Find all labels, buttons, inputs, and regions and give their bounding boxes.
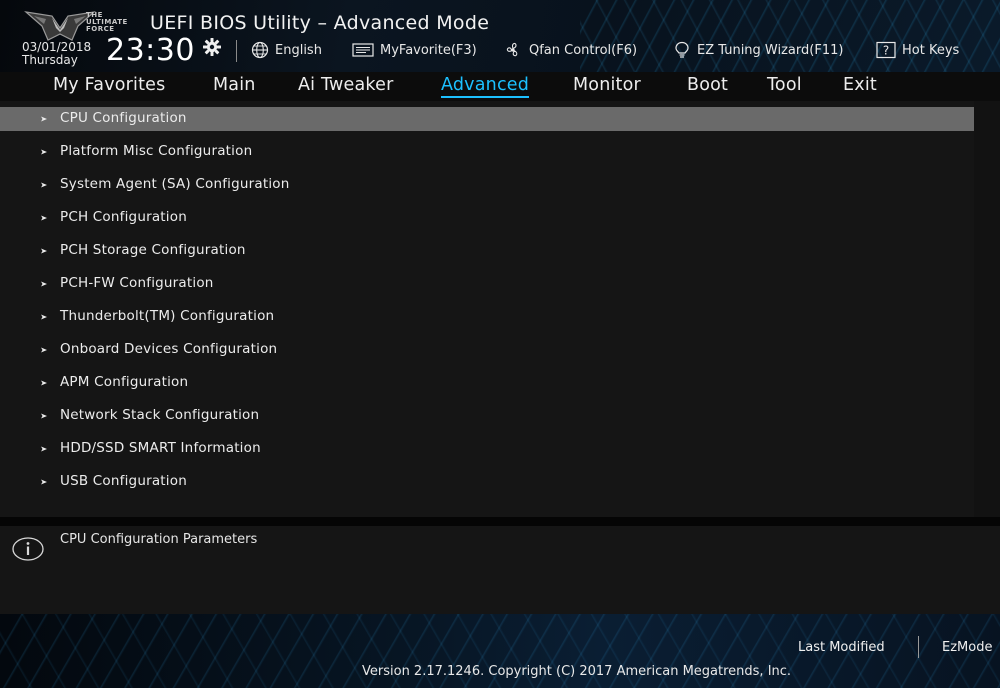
menu-item-label: HDD/SSD SMART Information: [60, 440, 261, 456]
hot-keys-button[interactable]: ? Hot Keys: [876, 40, 959, 60]
tab-my-favorites[interactable]: My Favorites: [53, 75, 165, 95]
help-panel: CPU Configuration Parameters: [0, 526, 1000, 614]
ez-tuning-wizard-label: EZ Tuning Wizard(F11): [697, 42, 844, 58]
header-separator: [236, 40, 237, 62]
menu-item-label: PCH-FW Configuration: [60, 275, 214, 291]
fan-icon: [506, 42, 518, 57]
menu-item-label: PCH Storage Configuration: [60, 242, 246, 258]
arrow-right-icon: [41, 116, 47, 122]
header-decoration: [580, 0, 1000, 72]
menu-item-label: Platform Misc Configuration: [60, 143, 253, 159]
footer-bar: Last Modified EzMode Version 2.17.1246. …: [0, 614, 1000, 688]
ez-mode-button[interactable]: EzMode: [942, 640, 992, 655]
menu-item-label: PCH Configuration: [60, 209, 187, 225]
menu-item-label: System Agent (SA) Configuration: [60, 176, 290, 192]
date-display: 03/01/2018 Thursday: [22, 41, 91, 67]
language-label: English: [275, 42, 322, 58]
window-title: UEFI BIOS Utility – Advanced Mode: [150, 12, 490, 34]
clock-time: 23:30: [106, 33, 195, 68]
menu-item-onboard-devices-configuration[interactable]: Onboard Devices Configuration: [0, 338, 974, 362]
lightbulb-icon: [675, 41, 689, 58]
day-text: Thursday: [22, 53, 78, 67]
menu-item-hdd-ssd-smart-information[interactable]: HDD/SSD SMART Information: [0, 437, 974, 461]
menu-item-usb-configuration[interactable]: USB Configuration: [0, 470, 974, 494]
tab-main[interactable]: Main: [213, 75, 256, 95]
arrow-right-icon: [41, 446, 47, 452]
tab-exit[interactable]: Exit: [843, 75, 877, 95]
arrow-right-icon: [41, 281, 47, 287]
tab-ai-tweaker[interactable]: Ai Tweaker: [298, 75, 393, 95]
last-modified-button[interactable]: Last Modified: [798, 640, 885, 655]
menu-item-label: Thunderbolt(TM) Configuration: [60, 308, 275, 324]
tab-boot[interactable]: Boot: [687, 75, 728, 95]
my-favorite-button[interactable]: MyFavorite(F3): [352, 40, 477, 60]
panel-divider: [0, 517, 1000, 526]
qfan-control-button[interactable]: Qfan Control(F6): [503, 40, 637, 60]
menu-item-network-stack-configuration[interactable]: Network Stack Configuration: [0, 404, 974, 428]
arrow-right-icon: [41, 380, 47, 386]
menu-item-label: APM Configuration: [60, 374, 189, 390]
menu-item-pch-fw-configuration[interactable]: PCH-FW Configuration: [0, 272, 974, 296]
arrow-right-icon: [41, 182, 47, 188]
arrow-right-icon: [41, 248, 47, 254]
header-bar: THE ULTIMATE FORCE UEFI BIOS Utility – A…: [0, 0, 1000, 72]
qfan-control-label: Qfan Control(F6): [529, 42, 638, 58]
main-tab-bar: My Favorites Main Ai Tweaker Advanced Mo…: [0, 72, 1000, 101]
version-copyright-text: Version 2.17.1246. Copyright (C) 2017 Am…: [362, 664, 792, 679]
arrow-right-icon: [41, 347, 47, 353]
arrow-right-icon: [41, 413, 47, 419]
footer-separator: [918, 636, 919, 658]
menu-item-pch-configuration[interactable]: PCH Configuration: [0, 206, 974, 230]
arrow-right-icon: [41, 215, 47, 221]
menu-item-label: Onboard Devices Configuration: [60, 341, 278, 357]
menu-item-apm-configuration[interactable]: APM Configuration: [0, 371, 974, 395]
ez-tuning-wizard-button[interactable]: EZ Tuning Wizard(F11): [673, 40, 843, 60]
advanced-menu-panel: CPU Configuration Platform Misc Configur…: [0, 101, 1000, 517]
help-description: CPU Configuration Parameters: [60, 532, 258, 547]
arrow-right-icon: [41, 149, 47, 155]
info-icon: [12, 537, 44, 561]
help-question-icon: ?: [876, 41, 896, 59]
gear-icon[interactable]: [202, 37, 222, 57]
tab-advanced[interactable]: Advanced: [441, 75, 530, 98]
menu-item-cpu-configuration[interactable]: CPU Configuration: [0, 107, 974, 131]
arrow-right-icon: [41, 314, 47, 320]
logo-text: THE ULTIMATE FORCE: [86, 11, 128, 33]
language-button[interactable]: English: [251, 40, 322, 60]
tab-tool[interactable]: Tool: [767, 75, 802, 95]
arrow-right-icon: [41, 479, 47, 485]
menu-item-thunderbolt-configuration[interactable]: Thunderbolt(TM) Configuration: [0, 305, 974, 329]
menu-item-platform-misc-configuration[interactable]: Platform Misc Configuration: [0, 140, 974, 164]
globe-icon: [251, 41, 269, 59]
favorite-list-icon: [352, 43, 374, 57]
menu-item-label: USB Configuration: [60, 473, 187, 489]
hot-keys-label: Hot Keys: [902, 42, 960, 58]
menu-item-label: Network Stack Configuration: [60, 407, 260, 423]
tab-monitor[interactable]: Monitor: [573, 75, 641, 95]
menu-item-pch-storage-configuration[interactable]: PCH Storage Configuration: [0, 239, 974, 263]
svg-text:?: ?: [883, 44, 889, 58]
my-favorite-label: MyFavorite(F3): [380, 42, 477, 58]
menu-item-label: CPU Configuration: [60, 110, 187, 126]
menu-scrollbar[interactable]: [974, 101, 1000, 517]
menu-item-system-agent-configuration[interactable]: System Agent (SA) Configuration: [0, 173, 974, 197]
